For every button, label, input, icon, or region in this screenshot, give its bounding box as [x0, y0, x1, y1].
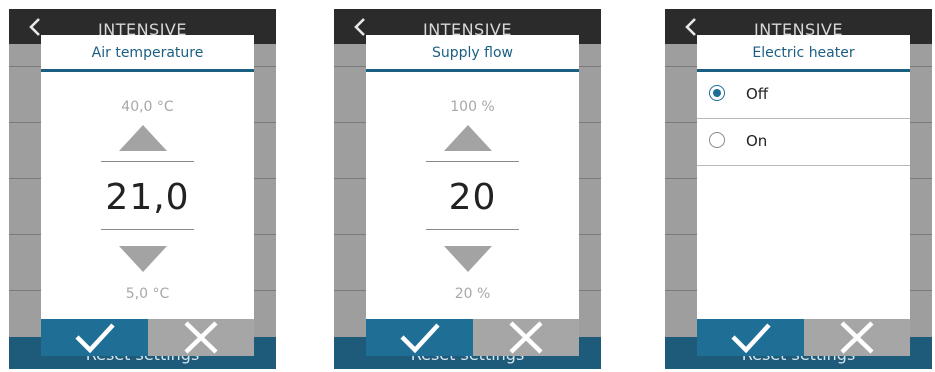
screen-supply-flow: INTENSIVE Reset settings Supply flow 100…	[334, 9, 601, 369]
option-on[interactable]: On	[697, 119, 910, 166]
option-label: Off	[746, 85, 769, 103]
value-dialog: Air temperature 40,0 °C 21,0 5,0 °C	[41, 35, 254, 356]
divider	[101, 161, 194, 162]
divider	[426, 229, 519, 230]
dialog-title: Supply flow	[432, 45, 513, 61]
option-label: On	[746, 132, 768, 150]
min-value-label: 20 %	[454, 286, 491, 302]
triangle-up-icon[interactable]	[119, 125, 167, 151]
current-value[interactable]: 20	[366, 177, 579, 218]
option-off[interactable]: Off	[697, 72, 910, 119]
check-icon	[400, 323, 440, 354]
radio-button[interactable]	[709, 132, 725, 148]
dialog-header: Air temperature	[41, 35, 254, 72]
max-value-label: 100 %	[450, 99, 495, 115]
triangle-up-icon[interactable]	[444, 125, 492, 151]
screen-air-temperature: INTENSIVE Reset settings Air temperature…	[9, 9, 276, 369]
close-icon	[184, 321, 218, 354]
radio-button-selected[interactable]	[709, 85, 725, 101]
confirm-button[interactable]	[697, 319, 804, 356]
screen-electric-heater: INTENSIVE Reset settings Electric heater…	[665, 9, 932, 369]
dialog-title: Air temperature	[91, 45, 204, 61]
value-dialog: Supply flow 100 % 20 20 %	[366, 35, 579, 356]
check-icon	[75, 323, 115, 354]
divider	[426, 161, 519, 162]
dialog-header: Electric heater	[697, 35, 910, 72]
cancel-button[interactable]	[473, 319, 579, 356]
triangle-down-icon[interactable]	[119, 246, 167, 272]
check-icon	[731, 323, 771, 354]
close-icon	[840, 321, 874, 354]
min-value-label: 5,0 °C	[125, 286, 170, 302]
cancel-button[interactable]	[804, 319, 910, 356]
close-icon	[509, 321, 543, 354]
confirm-button[interactable]	[41, 319, 148, 356]
current-value[interactable]: 21,0	[41, 177, 254, 218]
max-value-label: 40,0 °C	[121, 99, 174, 115]
dialog-title: Electric heater	[752, 45, 855, 61]
dialog-header: Supply flow	[366, 35, 579, 72]
cancel-button[interactable]	[148, 319, 254, 356]
option-dialog: Electric heater Off On	[697, 35, 910, 356]
divider	[101, 229, 194, 230]
confirm-button[interactable]	[366, 319, 473, 356]
triangle-down-icon[interactable]	[444, 246, 492, 272]
